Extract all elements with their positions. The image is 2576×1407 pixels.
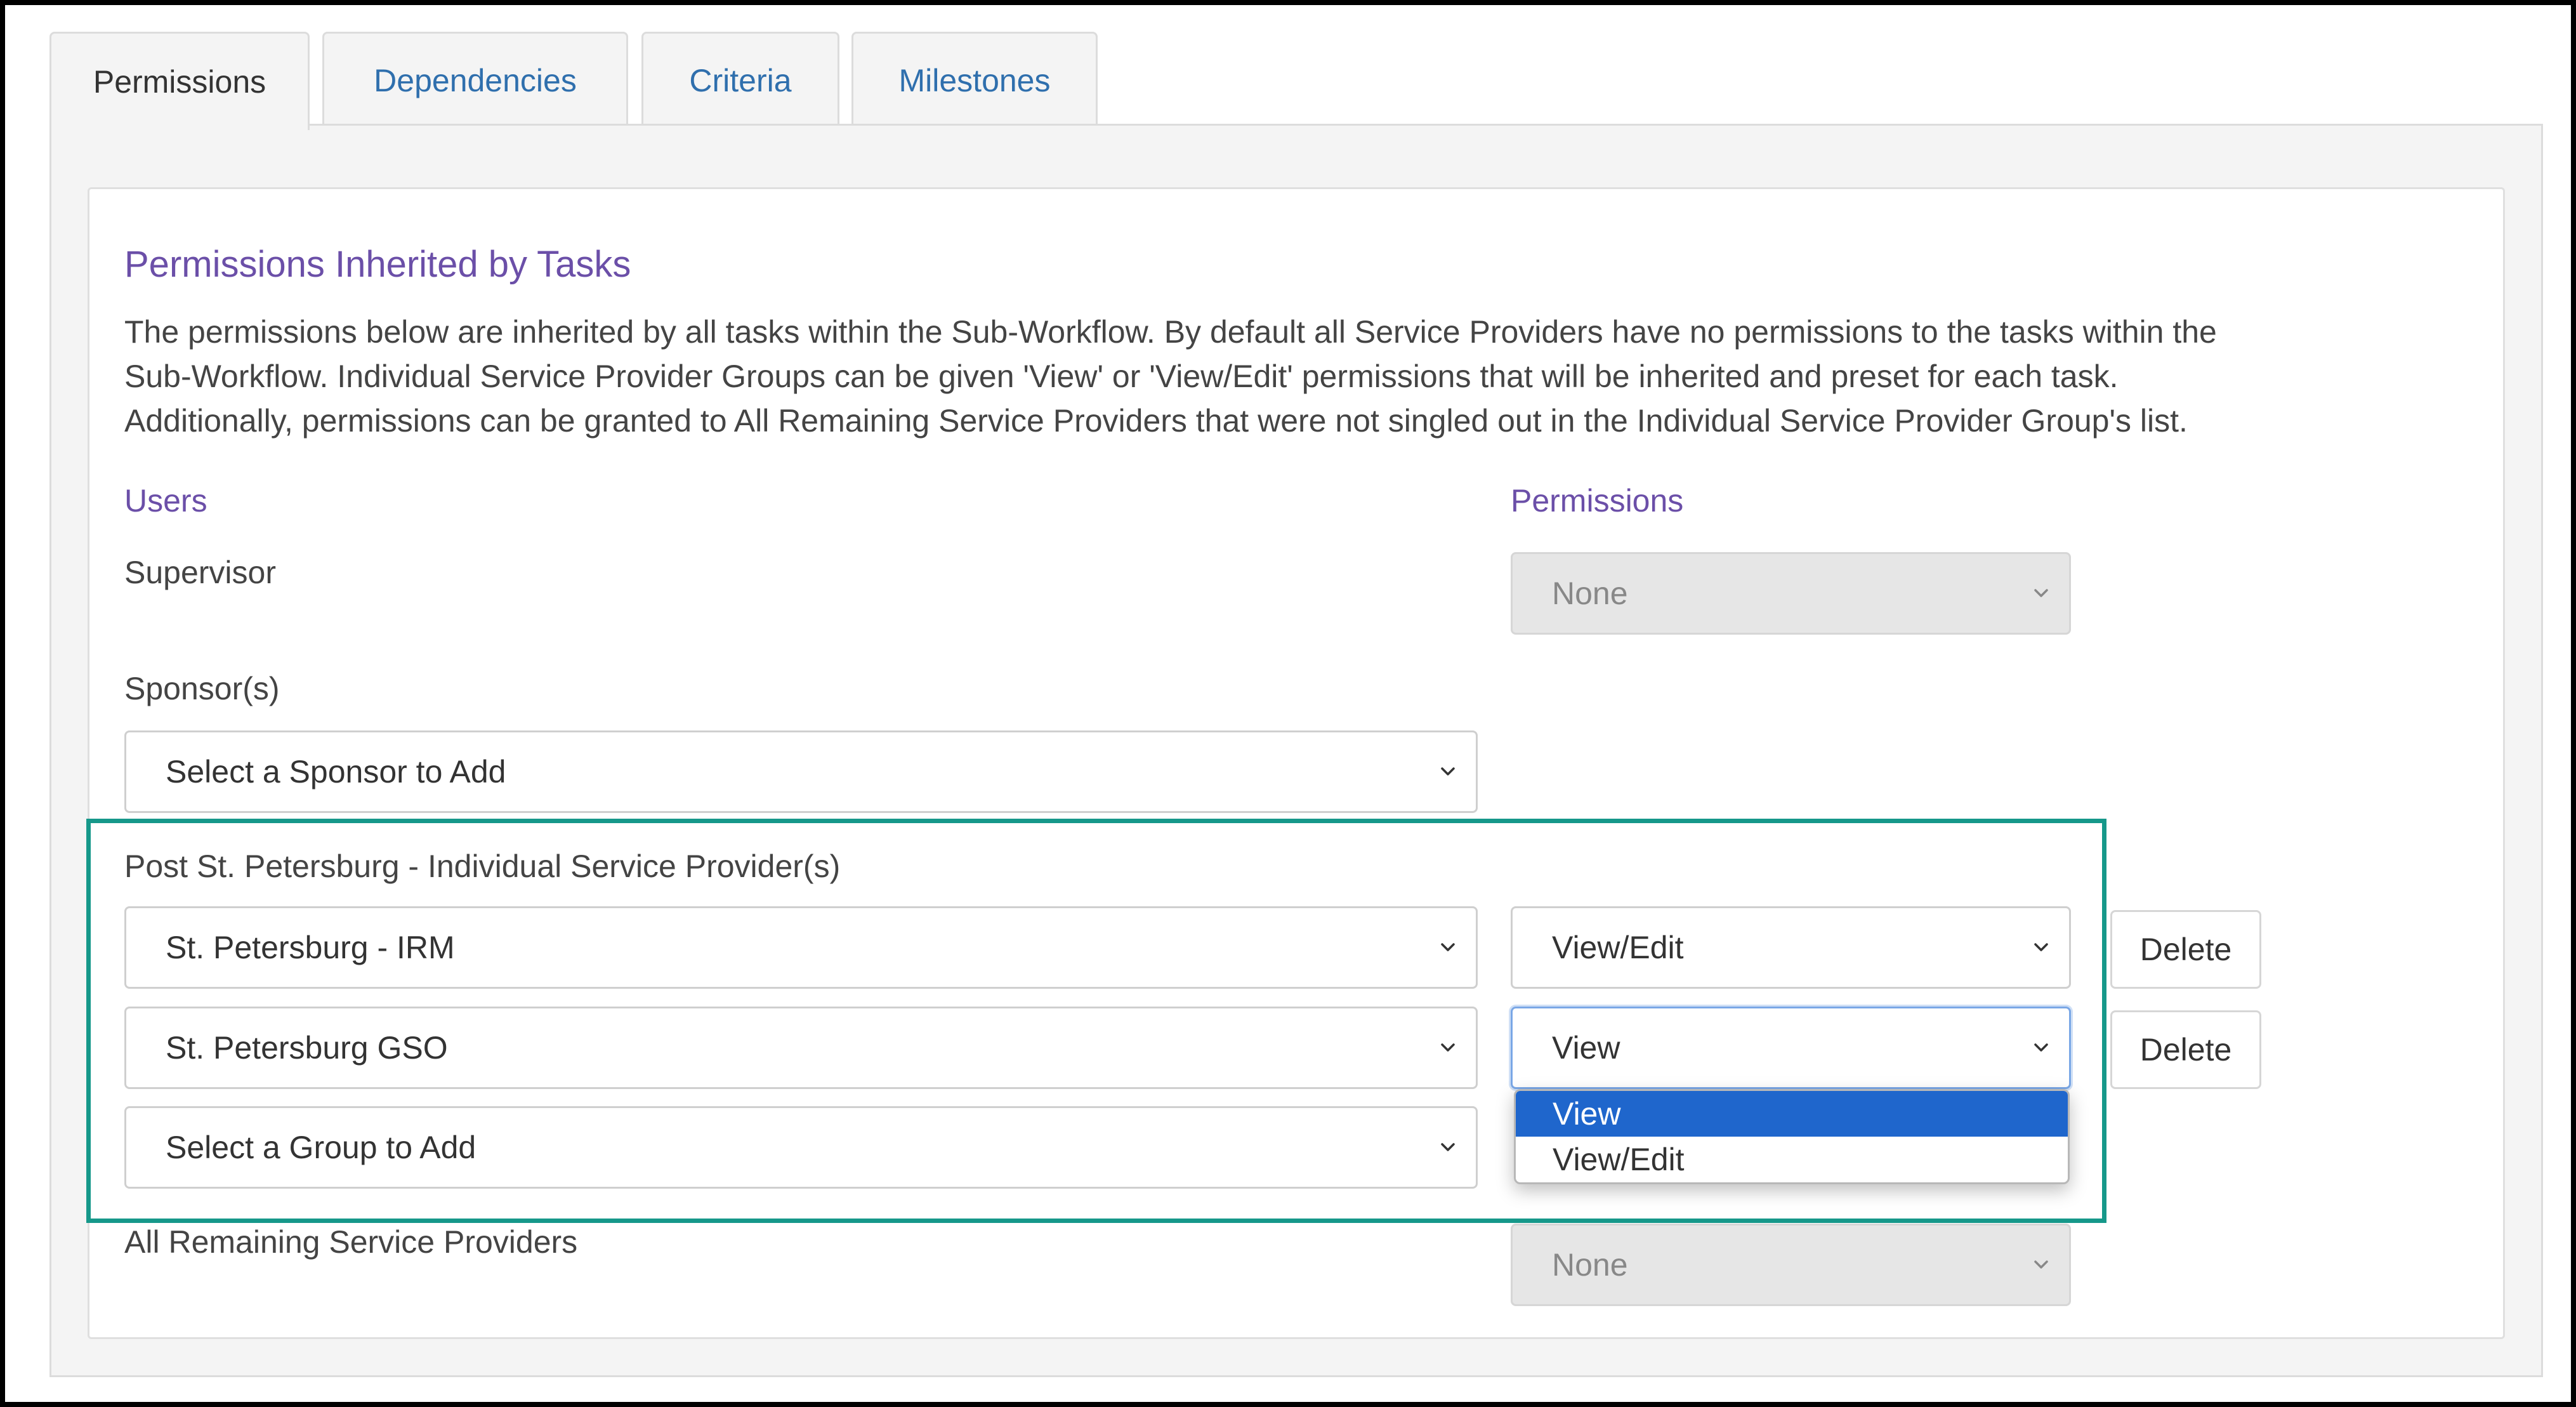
supervisor-label: Supervisor [124, 555, 276, 590]
users-column-header: Users [124, 483, 207, 519]
chevron-down-icon [1439, 1039, 1457, 1057]
chevron-down-icon [2032, 939, 2050, 956]
tab-permissions[interactable]: Permissions [49, 32, 310, 130]
provider-group-select[interactable]: St. Petersburg GSO [124, 1007, 1478, 1089]
delete-button[interactable]: Delete [2110, 1010, 2261, 1089]
tab-dependencies[interactable]: Dependencies [322, 32, 628, 127]
provider-permission-select[interactable]: View/Edit [1511, 906, 2071, 989]
dropdown-option-view[interactable]: View [1516, 1091, 2068, 1137]
select-value: View/Edit [1552, 930, 1684, 965]
chevron-down-icon [1439, 939, 1457, 956]
provider-permission-select[interactable]: View [1511, 1007, 2071, 1089]
add-group-select[interactable]: Select a Group to Add [124, 1106, 1478, 1189]
tab-criteria[interactable]: Criteria [641, 32, 839, 127]
supervisor-permission-select: None [1511, 552, 2071, 635]
select-value: St. Petersburg GSO [166, 1030, 448, 1066]
select-value: Select a Group to Add [166, 1130, 476, 1165]
delete-button[interactable]: Delete [2110, 910, 2261, 989]
section-description: The permissions below are inherited by a… [124, 310, 2459, 443]
sponsor-select[interactable]: Select a Sponsor to Add [124, 730, 1478, 813]
select-value: View [1552, 1030, 1620, 1066]
select-value: St. Petersburg - IRM [166, 930, 455, 965]
chevron-down-icon [2032, 1256, 2050, 1274]
chevron-down-icon [1439, 763, 1457, 781]
description-line: Additionally, permissions can be granted… [124, 403, 2188, 439]
provider-group-select[interactable]: St. Petersburg - IRM [124, 906, 1478, 989]
window-frame: Permissions Dependencies Criteria Milest… [0, 0, 2576, 1407]
dropdown-option-view-edit[interactable]: View/Edit [1516, 1137, 2068, 1182]
permissions-column-header: Permissions [1511, 483, 1684, 519]
chevron-down-icon [2032, 585, 2050, 602]
chevron-down-icon [2032, 1039, 2050, 1057]
sponsors-label: Sponsor(s) [124, 671, 280, 706]
select-value: None [1552, 1247, 1628, 1283]
providers-label: Post St. Petersburg - Individual Service… [124, 849, 841, 884]
permission-dropdown-list[interactable]: View View/Edit [1514, 1089, 2070, 1184]
select-value: Select a Sponsor to Add [166, 754, 506, 789]
chevron-down-icon [1439, 1139, 1457, 1156]
tab-milestones[interactable]: Milestones [851, 32, 1098, 127]
remaining-providers-label: All Remaining Service Providers [124, 1224, 578, 1260]
description-line: The permissions below are inherited by a… [124, 314, 2217, 350]
section-title: Permissions Inherited by Tasks [124, 244, 631, 285]
description-line: Sub-Workflow. Individual Service Provide… [124, 359, 2119, 394]
select-value: None [1552, 576, 1628, 611]
remaining-permission-select: None [1511, 1224, 2071, 1306]
